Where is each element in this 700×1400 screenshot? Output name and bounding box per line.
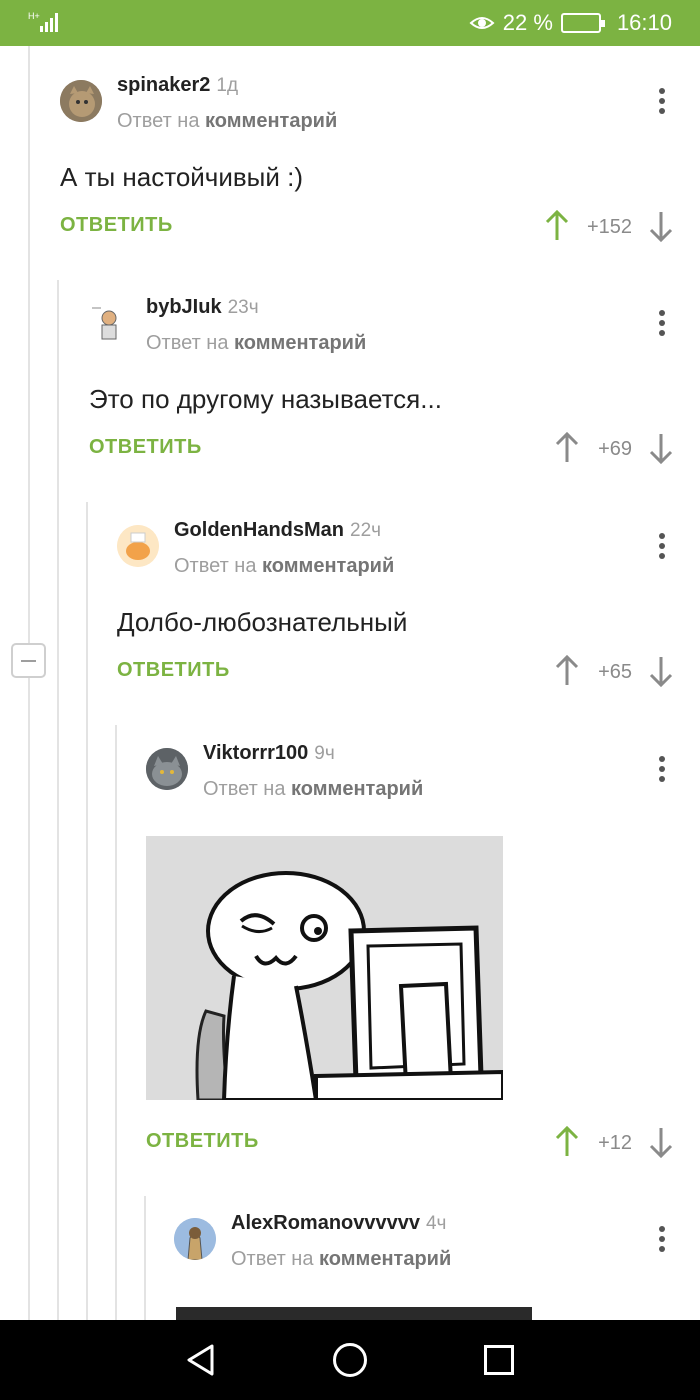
reply-to-link[interactable]: комментарий [291, 778, 423, 800]
comment-time: 4ч [425, 1213, 447, 1234]
comment-time: 9ч [314, 743, 335, 764]
avatar[interactable] [89, 302, 131, 344]
arrow-down-icon[interactable] [646, 431, 676, 465]
nav-recents-icon[interactable] [484, 1345, 514, 1375]
comment: spinaker2 1д Ответ на комментарий А ты на… [60, 46, 700, 276]
battery-percent: 22 % [502, 10, 553, 35]
comment: GoldenHandsMan 22ч Ответ на комментарий Д… [117, 491, 700, 721]
reply-to-link[interactable]: комментарий [319, 1248, 451, 1270]
comment: bybJIuk 23ч Ответ на комментарий Это по д… [89, 268, 700, 498]
rating: +152 [586, 216, 632, 238]
reply-to: Ответ на комментарий [231, 1248, 452, 1270]
rating: +65 [598, 661, 632, 683]
svg-text:H+: H+ [28, 11, 40, 21]
reply-to: Ответ на комментарий [203, 778, 424, 800]
author-name[interactable]: AlexRomanovvvvvv 4ч [231, 1212, 446, 1235]
author-name[interactable]: Viktorrr100 9ч [203, 742, 335, 765]
author-name[interactable]: bybJIuk 23ч [146, 296, 259, 319]
more-vert-icon[interactable] [652, 756, 672, 784]
avatar[interactable] [146, 748, 188, 790]
comment-image[interactable] [176, 1307, 532, 1320]
status-bar: H+ 22 % 16:10 [0, 0, 700, 46]
comment-text: А ты настойчивый :) [60, 162, 304, 192]
reply-button[interactable]: ОТВЕТИТЬ [60, 214, 173, 237]
more-vert-icon[interactable] [652, 1226, 672, 1254]
navigation-bar [0, 1320, 700, 1400]
comment-time: 22ч [350, 520, 382, 541]
eye-icon [469, 17, 495, 29]
reply-button[interactable]: ОТВЕТИТЬ [89, 436, 202, 459]
thread-line [57, 280, 59, 1320]
comment-thread[interactable]: spinaker2 1д Ответ на комментарий А ты на… [0, 46, 700, 1320]
reply-to: Ответ на комментарий [117, 110, 338, 132]
comment-text: Долбо-любознательный [117, 607, 408, 637]
rating: +12 [598, 1132, 632, 1154]
signal-icon: H+ [28, 11, 58, 32]
thread-line [115, 725, 117, 1320]
reply-button[interactable]: ОТВЕТИТЬ [117, 659, 230, 682]
avatar[interactable] [117, 525, 159, 567]
thread-line [144, 1196, 146, 1320]
arrow-down-icon[interactable] [646, 209, 676, 243]
thread-line [86, 502, 88, 1320]
reply-to-link[interactable]: комментарий [234, 332, 366, 354]
reply-button[interactable]: ОТВЕТИТЬ [146, 1130, 259, 1153]
more-vert-icon[interactable] [652, 310, 672, 338]
clock: 16:10 [616, 10, 672, 35]
arrow-down-icon[interactable] [646, 654, 676, 688]
comment: Viktorrr100 9ч Ответ на комментарий ОТВЕТ… [146, 714, 700, 1184]
battery-icon [560, 13, 605, 33]
rating: +69 [598, 438, 632, 460]
comment-text: Это по другому называется... [89, 384, 442, 414]
reply-to-link[interactable]: комментарий [262, 555, 394, 577]
collapse-thread-button[interactable] [11, 643, 46, 678]
avatar[interactable] [174, 1218, 216, 1260]
author-name[interactable]: GoldenHandsMan 22ч [174, 519, 381, 542]
thread-line [28, 46, 30, 1320]
avatar[interactable] [60, 80, 102, 122]
more-vert-icon[interactable] [652, 533, 672, 561]
nav-back-icon[interactable] [184, 1343, 218, 1377]
nav-home-icon[interactable] [333, 1343, 367, 1377]
reply-to-link[interactable]: комментарий [205, 110, 337, 132]
comment: AlexRomanovvvvvv 4ч Ответ на комментарий [174, 1184, 700, 1320]
reply-to: Ответ на комментарий [174, 555, 395, 577]
comment-time: 1д [216, 75, 239, 96]
arrow-up-icon[interactable] [542, 209, 572, 243]
comment-time: 23ч [227, 297, 259, 318]
arrow-down-icon[interactable] [646, 1125, 676, 1159]
reply-to: Ответ на комментарий [146, 332, 367, 354]
author-name[interactable]: spinaker2 1д [117, 74, 238, 97]
more-vert-icon[interactable] [652, 88, 672, 116]
comment-image[interactable] [146, 836, 503, 1100]
